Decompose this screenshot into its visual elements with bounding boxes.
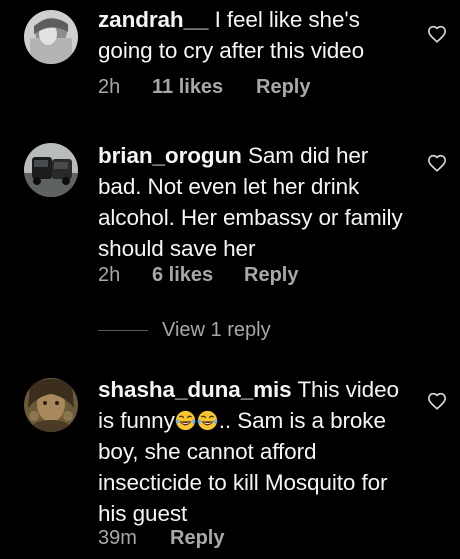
comment-username[interactable]: shasha_duna_mis <box>98 377 292 402</box>
avatar-image <box>24 378 78 432</box>
comment-item: shasha_duna_mis This video is funny .. S… <box>0 0 460 559</box>
heart-icon[interactable] <box>427 392 447 410</box>
face-with-tears-of-joy-icon <box>197 410 218 431</box>
comment-timestamp: 39m <box>98 527 137 549</box>
comment-text: shasha_duna_mis This video is funny .. S… <box>98 374 416 529</box>
comment-meta: 39m Reply <box>98 524 224 552</box>
face-with-tears-of-joy-icon <box>175 410 196 431</box>
reply-button[interactable]: Reply <box>170 524 224 552</box>
avatar[interactable] <box>24 378 78 432</box>
